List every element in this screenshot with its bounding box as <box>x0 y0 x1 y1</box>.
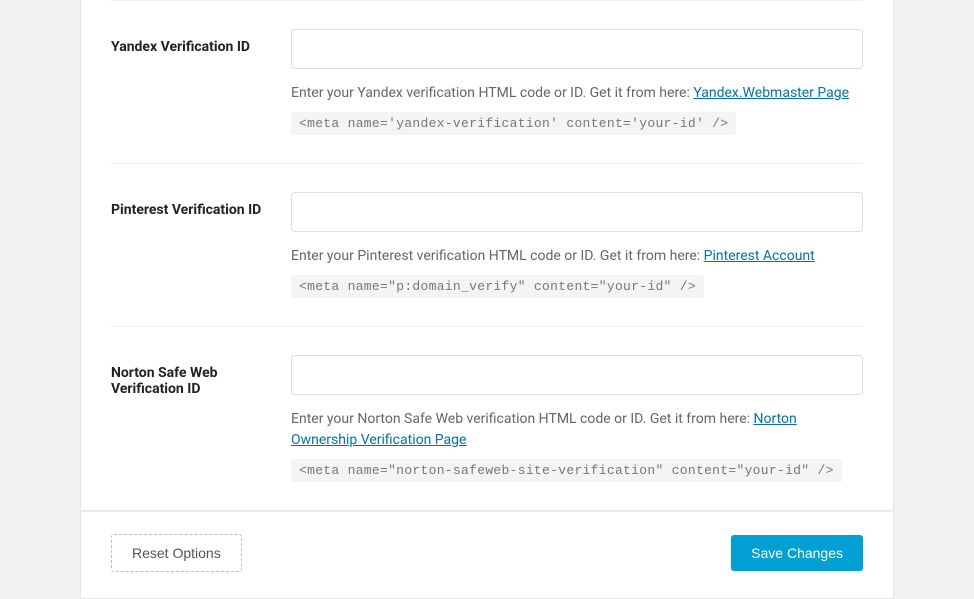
yandex-verification-row: Yandex Verification ID Enter your Yandex… <box>111 0 863 163</box>
yandex-body: Enter your Yandex verification HTML code… <box>291 29 863 135</box>
norton-label: Norton Safe Web Verification ID <box>111 355 291 482</box>
yandex-webmaster-link[interactable]: Yandex.Webmaster Page <box>693 85 849 101</box>
yandex-code-snippet: <meta name='yandex-verification' content… <box>291 112 736 135</box>
norton-verification-input[interactable] <box>291 355 863 395</box>
yandex-help: Enter your Yandex verification HTML code… <box>291 83 863 104</box>
norton-verification-row: Norton Safe Web Verification ID Enter yo… <box>111 326 863 510</box>
pinterest-body: Enter your Pinterest verification HTML c… <box>291 192 863 298</box>
yandex-help-text: Enter your Yandex verification HTML code… <box>291 85 693 101</box>
norton-help: Enter your Norton Safe Web verification … <box>291 409 863 451</box>
save-changes-button[interactable]: Save Changes <box>731 535 863 571</box>
norton-help-text: Enter your Norton Safe Web verification … <box>291 411 754 427</box>
yandex-label: Yandex Verification ID <box>111 29 291 135</box>
pinterest-account-link[interactable]: Pinterest Account <box>704 248 815 264</box>
settings-footer: Reset Options Save Changes <box>80 511 894 599</box>
norton-body: Enter your Norton Safe Web verification … <box>291 355 863 482</box>
pinterest-code-snippet: <meta name="p:domain_verify" content="yo… <box>291 275 704 298</box>
pinterest-help: Enter your Pinterest verification HTML c… <box>291 246 863 267</box>
pinterest-verification-input[interactable] <box>291 192 863 232</box>
yandex-verification-input[interactable] <box>291 29 863 69</box>
settings-panel: Yandex Verification ID Enter your Yandex… <box>80 0 894 511</box>
pinterest-help-text: Enter your Pinterest verification HTML c… <box>291 248 704 264</box>
pinterest-label: Pinterest Verification ID <box>111 192 291 298</box>
reset-options-button[interactable]: Reset Options <box>111 534 242 572</box>
pinterest-verification-row: Pinterest Verification ID Enter your Pin… <box>111 163 863 326</box>
norton-code-snippet: <meta name="norton-safeweb-site-verifica… <box>291 459 842 482</box>
